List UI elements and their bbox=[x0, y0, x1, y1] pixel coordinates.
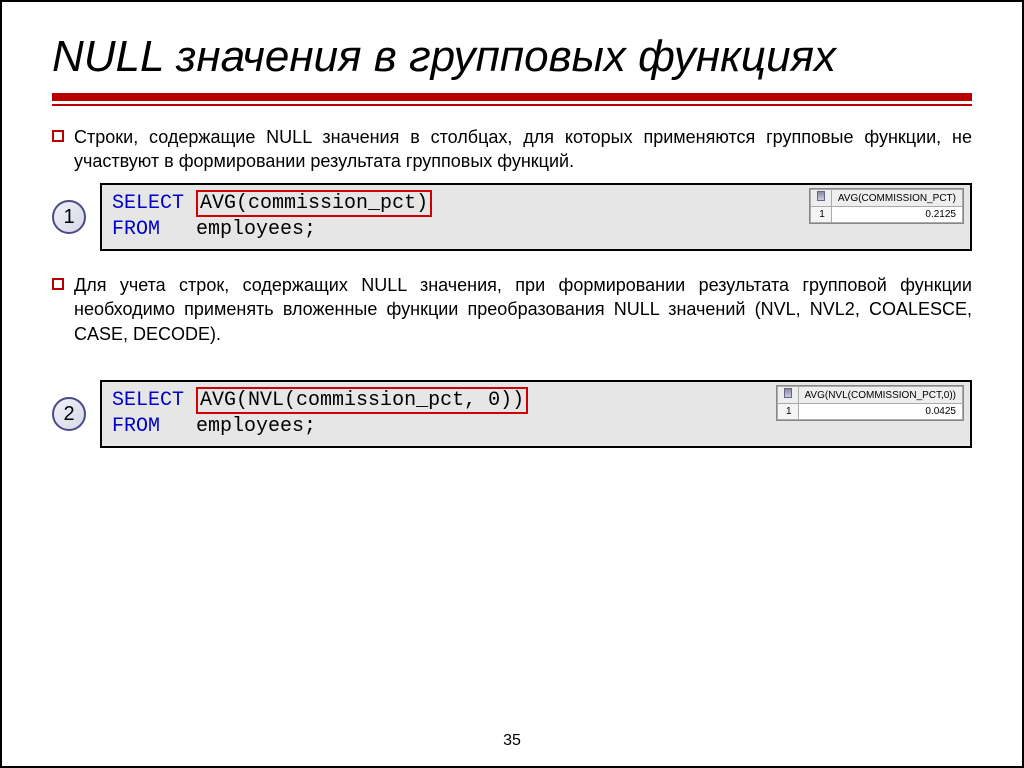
keyword-from: FROM bbox=[112, 218, 160, 241]
bullet-icon bbox=[52, 278, 64, 290]
keyword-select: SELECT bbox=[112, 389, 184, 412]
column-icon bbox=[817, 191, 825, 201]
slide: NULL значения в групповых функциях Строк… bbox=[0, 0, 1024, 768]
example-1-result: AVG(COMMISSION_PCT) 1 0.2125 bbox=[809, 188, 964, 224]
example-1: 1 SELECT AVG(commission_pct) FROM employ… bbox=[52, 183, 972, 251]
keyword-select: SELECT bbox=[112, 192, 184, 215]
column-icon bbox=[784, 388, 792, 398]
result-header: AVG(COMMISSION_PCT) bbox=[831, 190, 962, 207]
table-name: employees; bbox=[196, 218, 316, 241]
keyword-from: FROM bbox=[112, 415, 160, 438]
bullet-1: Строки, содержащие NULL значения в столб… bbox=[52, 125, 972, 174]
result-value: 0.2125 bbox=[831, 207, 962, 223]
result-value: 0.0425 bbox=[798, 404, 963, 420]
table-name: employees; bbox=[196, 415, 316, 438]
bullet-2-text: Для учета строк, содержащих NULL значени… bbox=[74, 273, 972, 346]
bullet-icon bbox=[52, 130, 64, 142]
example-1-code: SELECT AVG(commission_pct) FROM employee… bbox=[100, 183, 972, 251]
bullet-1-text: Строки, содержащие NULL значения в столб… bbox=[74, 125, 972, 174]
result-row-index: 1 bbox=[810, 207, 831, 223]
bullet-2: Для учета строк, содержащих NULL значени… bbox=[52, 273, 972, 346]
result-row-index: 1 bbox=[777, 404, 798, 420]
example-2-result: AVG(NVL(COMMISSION_PCT,0)) 1 0.0425 bbox=[776, 385, 965, 421]
example-2-code: SELECT AVG(NVL(commission_pct, 0)) FROM … bbox=[100, 380, 972, 448]
example-2-number: 2 bbox=[52, 397, 86, 431]
highlight-avg-nvl: AVG(NVL(commission_pct, 0)) bbox=[196, 387, 528, 414]
title-underline bbox=[52, 93, 972, 107]
slide-title: NULL значения в групповых функциях bbox=[52, 32, 972, 83]
example-1-number: 1 bbox=[52, 200, 86, 234]
example-2: 2 SELECT AVG(NVL(commission_pct, 0)) FRO… bbox=[52, 380, 972, 448]
page-number: 35 bbox=[2, 732, 1022, 750]
highlight-avg: AVG(commission_pct) bbox=[196, 190, 432, 217]
result-header: AVG(NVL(COMMISSION_PCT,0)) bbox=[798, 387, 963, 404]
